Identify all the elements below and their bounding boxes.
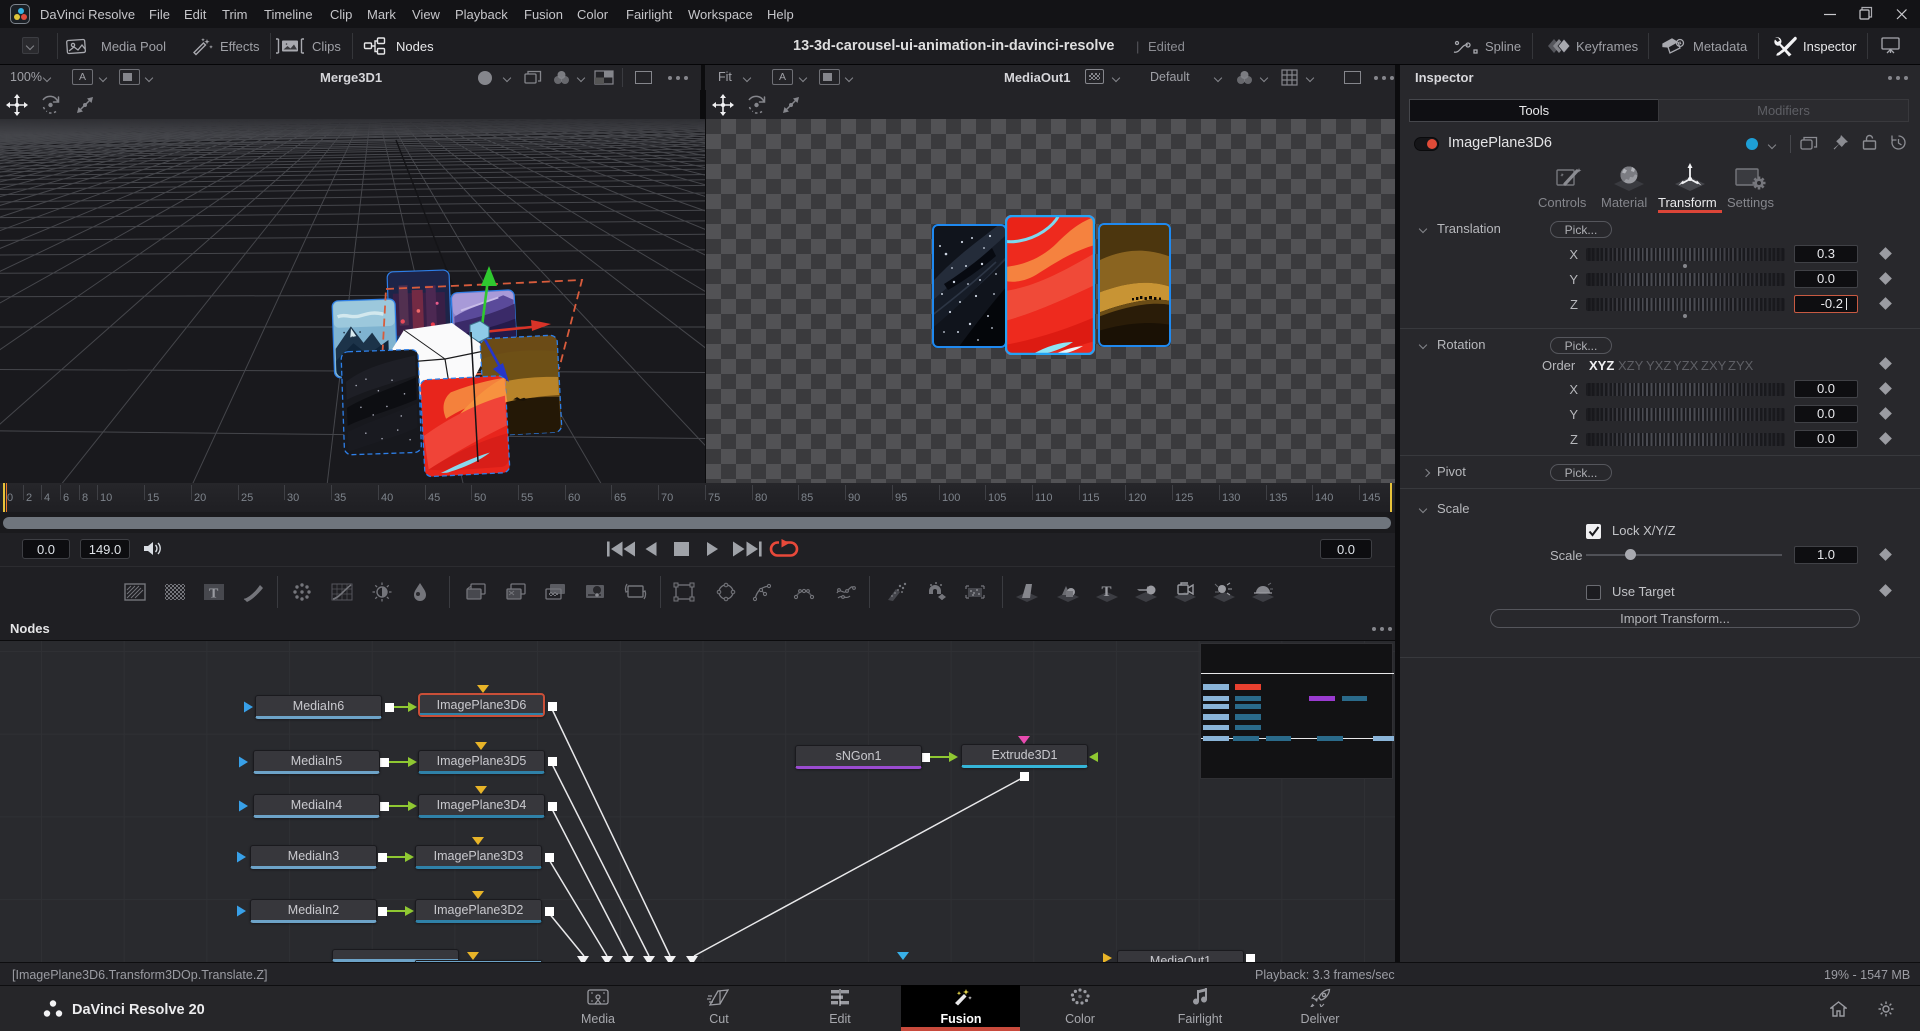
svg-text:T: T: [1102, 584, 1112, 600]
svg-text:T: T: [209, 587, 219, 602]
